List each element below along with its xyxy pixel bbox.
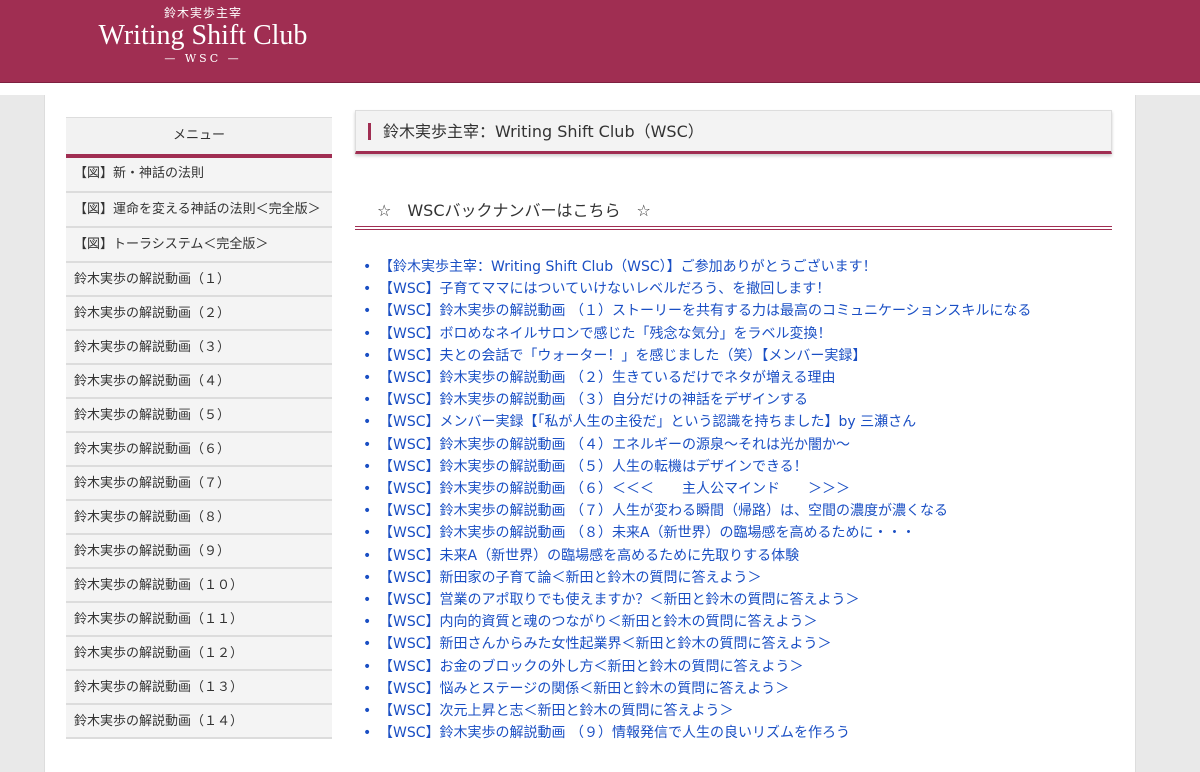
list-item: • 【WSC】鈴木実歩の解説動画 （７）人生が変わる瞬間（帰路）は、空間の濃度が濃… bbox=[363, 500, 1103, 522]
list-item: • 【WSC】未来A（新世界）の臨場感を高めるために先取りする体験 bbox=[363, 545, 1103, 567]
sidebar-item-9[interactable]: 鈴木実歩の解説動画（６） bbox=[66, 433, 332, 467]
list-item: • 【WSC】鈴木実歩の解説動画 （２）生きているだけでネタが増える理由 bbox=[363, 367, 1103, 389]
sidebar-item-15[interactable]: 鈴木実歩の解説動画（１２） bbox=[66, 637, 332, 671]
page-title-box: 鈴木実歩主宰：Writing Shift Club（WSC） bbox=[355, 110, 1112, 154]
list-item: • 【WSC】鈴木実歩の解説動画 （８）未来A（新世界）の臨場感を高めるために・・… bbox=[363, 522, 1103, 544]
backnumber-link[interactable]: 【WSC】新田さんからみた女性起業界＜新田と鈴木の質問に答えよう＞ bbox=[379, 636, 832, 652]
sidebar-item-11[interactable]: 鈴木実歩の解説動画（８） bbox=[66, 501, 332, 535]
sidebar-item-4[interactable]: 鈴木実歩の解説動画（１） bbox=[66, 263, 332, 297]
sidebar-item-14[interactable]: 鈴木実歩の解説動画（１１） bbox=[66, 603, 332, 637]
menu-title: メニュー bbox=[66, 117, 332, 158]
bullet-icon: • bbox=[363, 503, 372, 520]
list-item: • 【WSC】内向的資質と魂のつながり＜新田と鈴木の質問に答えよう＞ bbox=[363, 611, 1103, 633]
backnumber-link[interactable]: 【WSC】鈴木実歩の解説動画 （９）情報発信で人生の良いリズムを作ろう bbox=[379, 725, 850, 741]
sidebar-item-12[interactable]: 鈴木実歩の解説動画（９） bbox=[66, 535, 332, 569]
backnumber-link[interactable]: 【WSC】鈴木実歩の解説動画 （３）自分だけの神話をデザインする bbox=[379, 392, 808, 408]
site-logo[interactable]: 鈴木実歩主宰 Writing Shift Club — WSC — bbox=[78, 6, 328, 76]
bullet-icon: • bbox=[363, 281, 372, 298]
backnumber-link[interactable]: 【WSC】未来A（新世界）の臨場感を高めるために先取りする体験 bbox=[379, 548, 799, 564]
header-spacer bbox=[0, 83, 1200, 95]
bullet-icon: • bbox=[363, 436, 372, 453]
bullet-icon: • bbox=[363, 392, 372, 409]
backnumber-link[interactable]: 【WSC】次元上昇と志＜新田と鈴木の質問に答えよう＞ bbox=[379, 703, 734, 719]
page-title: 鈴木実歩主宰：Writing Shift Club（WSC） bbox=[383, 122, 704, 141]
bullet-icon: • bbox=[363, 547, 372, 564]
backnumber-link[interactable]: 【WSC】鈴木実歩の解説動画 （８）未来A（新世界）の臨場感を高めるために・・・ bbox=[379, 525, 916, 541]
backnumber-link[interactable]: 【WSC】営業のアポ取りでも使えますか？＜新田と鈴木の質問に答えよう＞ bbox=[379, 592, 860, 608]
backnumber-link[interactable]: 【WSC】鈴木実歩の解説動画 （１）ストーリーを共有する力は最高のコミュニケーシ… bbox=[379, 303, 1031, 319]
backnumber-link[interactable]: 【WSC】鈴木実歩の解説動画 （５）人生の転機はデザインできる！ bbox=[379, 459, 808, 475]
site-header: 鈴木実歩主宰 Writing Shift Club — WSC — bbox=[0, 0, 1200, 83]
sidebar-item-7[interactable]: 鈴木実歩の解説動画（４） bbox=[66, 365, 332, 399]
section-heading: ☆ WSCバックナンバーはこちら ☆ bbox=[355, 196, 1112, 230]
bullet-icon: • bbox=[363, 481, 372, 498]
list-item: • 【WSC】子育てママにはついていけないレベルだろう、を撤回します！ bbox=[363, 278, 1103, 300]
bullet-icon: • bbox=[363, 680, 372, 697]
sidebar-item-1[interactable]: 【図】新・神話の法則 bbox=[66, 158, 332, 193]
logo-top-text: 鈴木実歩主宰 bbox=[163, 6, 242, 20]
sidebar-item-5[interactable]: 鈴木実歩の解説動画（２） bbox=[66, 297, 332, 331]
list-item: • 【WSC】鈴木実歩の解説動画 （９）情報発信で人生の良いリズムを作ろう bbox=[363, 722, 1103, 744]
bullet-icon: • bbox=[363, 347, 372, 364]
sidebar-item-10[interactable]: 鈴木実歩の解説動画（７） bbox=[66, 467, 332, 501]
bullet-icon: • bbox=[363, 325, 372, 342]
list-item: • 【WSC】営業のアポ取りでも使えますか？＜新田と鈴木の質問に答えよう＞ bbox=[363, 589, 1103, 611]
bullet-icon: • bbox=[363, 458, 372, 475]
list-item: • 【WSC】新田家の子育て論＜新田と鈴木の質問に答えよう＞ bbox=[363, 567, 1103, 589]
sidebar-item-13[interactable]: 鈴木実歩の解説動画（１０） bbox=[66, 569, 332, 603]
list-item: • 【WSC】鈴木実歩の解説動画 （３）自分だけの神話をデザインする bbox=[363, 389, 1103, 411]
list-item: • 【WSC】メンバー実録【「私が人生の主役だ」という認識を持ちました】by 三瀬… bbox=[363, 411, 1103, 433]
list-item: • 【WSC】次元上昇と志＜新田と鈴木の質問に答えよう＞ bbox=[363, 700, 1103, 722]
backnumber-link[interactable]: 【WSC】鈴木実歩の解説動画 （２）生きているだけでネタが増える理由 bbox=[379, 370, 836, 386]
list-item: • 【WSC】お金のブロックの外し方＜新田と鈴木の質問に答えよう＞ bbox=[363, 656, 1103, 678]
logo-main-text: Writing Shift Club bbox=[98, 20, 308, 51]
list-item: • 【WSC】鈴木実歩の解説動画 （１）ストーリーを共有する力は最高のコミュニケー… bbox=[363, 300, 1103, 322]
sidebar-item-16[interactable]: 鈴木実歩の解説動画（１３） bbox=[66, 671, 332, 705]
sidebar-item-8[interactable]: 鈴木実歩の解説動画（５） bbox=[66, 399, 332, 433]
backnumber-list: • 【鈴木実歩主宰：Writing Shift Club（WSC）】ご参加ありがと… bbox=[363, 256, 1103, 744]
backnumber-link[interactable]: 【WSC】夫との会話で「ウォーター！」を感じました（笑）【メンバー実録】 bbox=[379, 348, 866, 364]
backnumber-link[interactable]: 【鈴木実歩主宰：Writing Shift Club（WSC）】ご参加ありがとう… bbox=[379, 259, 877, 275]
backnumber-link[interactable]: 【WSC】鈴木実歩の解説動画 （４）エネルギーの源泉〜それは光か闇か〜 bbox=[379, 437, 850, 453]
sidebar-item-17[interactable]: 鈴木実歩の解説動画（１４） bbox=[66, 705, 332, 739]
list-item: • 【WSC】鈴木実歩の解説動画 （６）＜＜＜ 主人公マインド ＞＞＞ bbox=[363, 478, 1103, 500]
bullet-icon: • bbox=[363, 414, 372, 431]
sidebar-item-6[interactable]: 鈴木実歩の解説動画（３） bbox=[66, 331, 332, 365]
list-item: • 【WSC】鈴木実歩の解説動画 （５）人生の転機はデザインできる！ bbox=[363, 456, 1103, 478]
list-item: • 【WSC】夫との会話で「ウォーター！」を感じました（笑）【メンバー実録】 bbox=[363, 345, 1103, 367]
list-item: • 【WSC】ボロめなネイルサロンで感じた「残念な気分」をラベル変換！ bbox=[363, 323, 1103, 345]
backnumber-link[interactable]: 【WSC】鈴木実歩の解説動画 （６）＜＜＜ 主人公マインド ＞＞＞ bbox=[379, 481, 850, 497]
bullet-icon: • bbox=[363, 614, 372, 631]
title-accent-bar bbox=[368, 123, 371, 140]
list-item: • 【鈴木実歩主宰：Writing Shift Club（WSC）】ご参加ありがと… bbox=[363, 256, 1103, 278]
backnumber-link[interactable]: 【WSC】ボロめなネイルサロンで感じた「残念な気分」をラベル変換！ bbox=[379, 326, 832, 342]
bullet-icon: • bbox=[363, 259, 372, 275]
menu-list: 【図】新・神話の法則 【図】運命を変える神話の法則＜完全版＞ 【図】トーラシステム＜… bbox=[66, 158, 332, 739]
section-heading-text: ☆ WSCバックナンバーはこちら ☆ bbox=[377, 201, 651, 220]
logo-sub-text: — WSC — bbox=[164, 52, 242, 65]
list-item: • 【WSC】新田さんからみた女性起業界＜新田と鈴木の質問に答えよう＞ bbox=[363, 633, 1103, 655]
sidebar-item-2[interactable]: 【図】運命を変える神話の法則＜完全版＞ bbox=[66, 193, 332, 228]
main-content: 鈴木実歩主宰：Writing Shift Club（WSC） ☆ WSCバックナ… bbox=[355, 110, 1112, 772]
sidebar-menu: メニュー 【図】新・神話の法則 【図】運命を変える神話の法則＜完全版＞ 【図】トーラ… bbox=[66, 117, 332, 772]
backnumber-link[interactable]: 【WSC】鈴木実歩の解説動画 （７）人生が変わる瞬間（帰路）は、空間の濃度が濃く… bbox=[379, 503, 948, 519]
bullet-icon: • bbox=[363, 569, 372, 586]
backnumber-link[interactable]: 【WSC】悩みとステージの関係＜新田と鈴木の質問に答えよう＞ bbox=[379, 681, 789, 697]
bullet-icon: • bbox=[363, 658, 372, 675]
bullet-icon: • bbox=[363, 636, 372, 653]
backnumber-link[interactable]: 【WSC】新田家の子育て論＜新田と鈴木の質問に答えよう＞ bbox=[379, 570, 762, 586]
backnumber-link[interactable]: 【WSC】お金のブロックの外し方＜新田と鈴木の質問に答えよう＞ bbox=[379, 659, 804, 675]
list-item: • 【WSC】悩みとステージの関係＜新田と鈴木の質問に答えよう＞ bbox=[363, 678, 1103, 700]
bullet-icon: • bbox=[363, 703, 372, 720]
bullet-icon: • bbox=[363, 592, 372, 609]
bullet-icon: • bbox=[363, 725, 372, 742]
backnumber-link[interactable]: 【WSC】メンバー実録【「私が人生の主役だ」という認識を持ちました】by 三瀬さ… bbox=[379, 414, 916, 430]
bullet-icon: • bbox=[363, 303, 372, 320]
bullet-icon: • bbox=[363, 370, 372, 387]
backnumber-link[interactable]: 【WSC】子育てママにはついていけないレベルだろう、を撤回します！ bbox=[379, 281, 830, 297]
sidebar-item-3[interactable]: 【図】トーラシステム＜完全版＞ bbox=[66, 228, 332, 263]
list-item: • 【WSC】鈴木実歩の解説動画 （４）エネルギーの源泉〜それは光か闇か〜 bbox=[363, 434, 1103, 456]
backnumber-link[interactable]: 【WSC】内向的資質と魂のつながり＜新田と鈴木の質問に答えよう＞ bbox=[379, 614, 818, 630]
bullet-icon: • bbox=[363, 525, 372, 542]
